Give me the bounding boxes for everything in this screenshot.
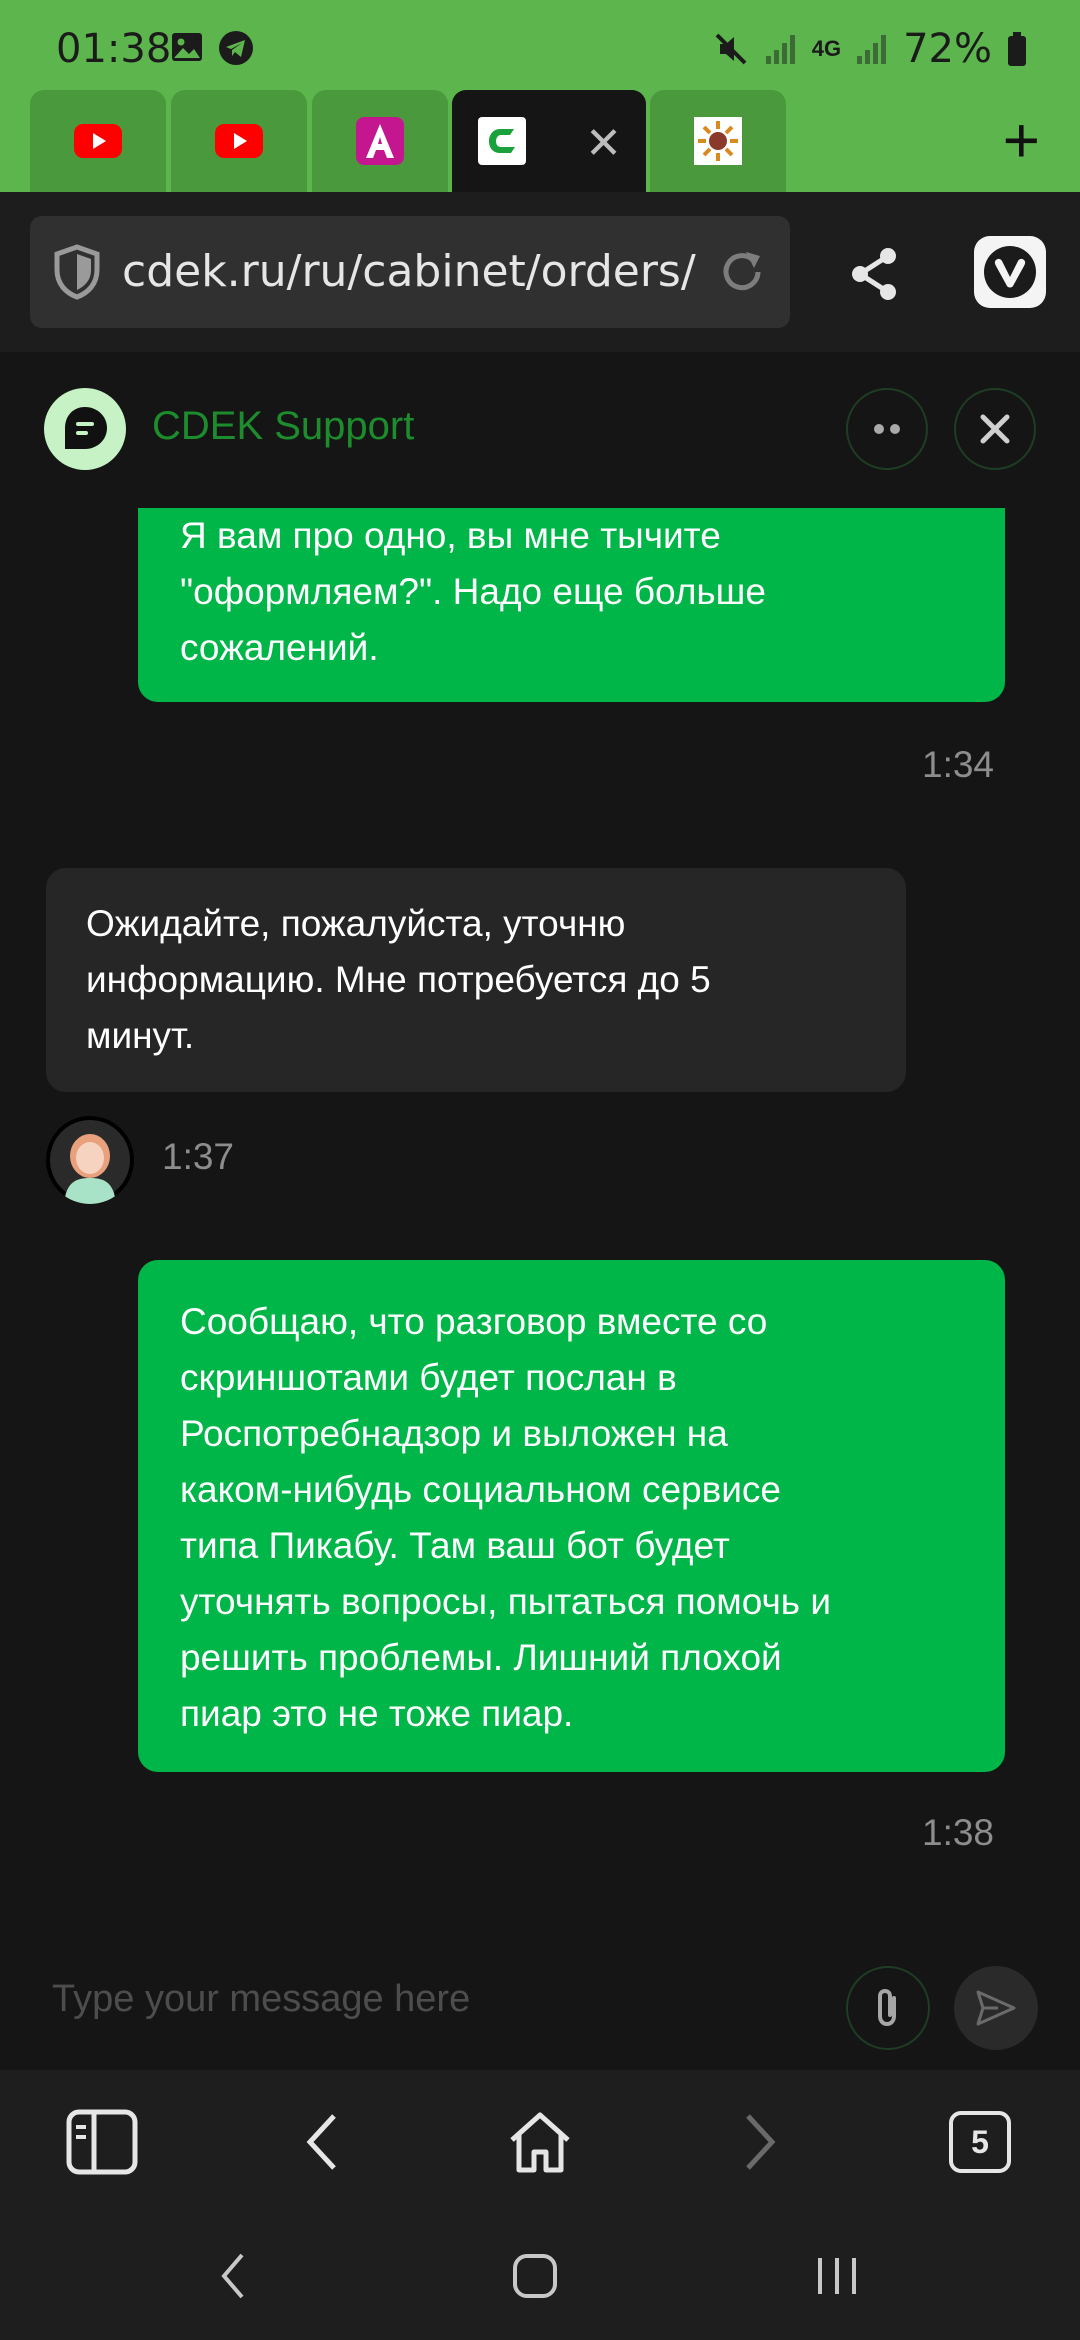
cdek-icon xyxy=(478,117,526,165)
more-dots-icon xyxy=(874,424,900,434)
message-line: решить проблемы. Лишний плохой xyxy=(180,1637,782,1678)
message-bubble-incoming[interactable]: Ожидайте, пожалуйста, уточню информацию.… xyxy=(46,868,906,1092)
gallery-icon xyxy=(172,33,202,61)
tab-cdek-active[interactable]: ✕ xyxy=(452,90,646,192)
tab-sun-site[interactable] xyxy=(650,90,786,192)
battery-percent: 72% xyxy=(903,26,992,72)
vivaldi-menu-button[interactable] xyxy=(974,236,1046,308)
message-line: Сообщаю, что разговор вместе со xyxy=(180,1301,768,1342)
paperclip-icon xyxy=(878,1988,896,2027)
message-bubble-outgoing[interactable]: Я вам про одно, вы мне тычите "оформляем… xyxy=(138,508,1005,702)
message-line: сожалений. xyxy=(180,627,379,668)
close-icon[interactable]: ✕ xyxy=(585,118,622,169)
status-bar: 01:38 4G 72% xyxy=(0,0,1080,90)
agent-avatar xyxy=(46,1116,134,1204)
new-tab-button[interactable]: + xyxy=(1003,108,1040,172)
vivaldi-icon xyxy=(984,246,1036,298)
message-line: Ожидайте, пожалуйста, уточню xyxy=(86,903,626,944)
browser-toolbar: 5 xyxy=(0,2070,1080,2210)
message-time: 1:37 xyxy=(162,1136,235,1177)
tab-youtube-1[interactable] xyxy=(30,90,166,192)
message-input[interactable] xyxy=(52,1978,812,2021)
message-line: скриншотами будет послан в xyxy=(180,1357,677,1398)
system-recents-button[interactable] xyxy=(802,2246,872,2306)
tab-youtube-2[interactable] xyxy=(171,90,307,192)
message-line: "оформляем?". Надо еще больше xyxy=(180,571,766,612)
message-bubble-outgoing[interactable]: Сообщаю, что разговор вместе со скриншот… xyxy=(138,1260,1005,1772)
tabs-button[interactable]: 5 xyxy=(942,2104,1018,2180)
youtube-icon xyxy=(74,124,122,158)
message-time: 1:38 xyxy=(922,1812,995,1853)
agent-avatar-image xyxy=(50,1120,130,1204)
message-line: уточнять вопросы, пытаться помочь и xyxy=(180,1581,831,1622)
system-home-button[interactable] xyxy=(500,2246,570,2306)
message-line: информацию. Мне потребуется до 5 xyxy=(86,959,711,1000)
battery-icon xyxy=(1008,32,1026,66)
youtube-icon xyxy=(215,124,263,158)
sidebar-panel-icon xyxy=(66,2109,138,2175)
message-line: Я вам про одно, вы мне тычите xyxy=(180,515,721,556)
message-time: 1:34 xyxy=(922,744,995,785)
attach-button[interactable] xyxy=(846,1966,930,2050)
message-line: каком-нибудь социальном сервисе xyxy=(180,1469,781,1510)
chevron-left-icon xyxy=(306,2114,336,2170)
home-icon xyxy=(510,2112,570,2173)
mute-icon xyxy=(715,33,747,65)
status-system-icons: 4G 72% xyxy=(712,26,1028,72)
send-button[interactable] xyxy=(954,1966,1038,2050)
address-bar-row: cdek.ru/ru/cabinet/orders/ xyxy=(0,192,1080,352)
chevron-left-icon xyxy=(221,2253,244,2299)
message-line: типа Пикабу. Там ваш бот будет xyxy=(180,1525,730,1566)
send-icon xyxy=(976,1990,1016,2026)
a-app-icon xyxy=(356,117,404,165)
reload-icon[interactable] xyxy=(716,246,768,298)
shield-icon[interactable] xyxy=(52,244,102,300)
support-logo xyxy=(44,388,126,470)
address-bar[interactable]: cdek.ru/ru/cabinet/orders/ xyxy=(30,216,790,328)
telegram-icon xyxy=(219,31,253,65)
message-line: минут. xyxy=(86,1015,195,1056)
tab-strip: ✕ + xyxy=(0,90,1080,192)
chat-title: CDEK Support xyxy=(152,404,415,448)
panel-toggle-button[interactable] xyxy=(64,2104,140,2180)
network-type: 4G xyxy=(811,36,842,61)
back-button[interactable] xyxy=(284,2104,360,2180)
chevron-right-icon xyxy=(746,2114,776,2170)
chat-close-button[interactable] xyxy=(954,388,1036,470)
forward-button[interactable] xyxy=(722,2104,798,2180)
tab-count: 5 xyxy=(949,2111,1011,2173)
chat-more-button[interactable] xyxy=(846,388,928,470)
signal-icon xyxy=(765,35,795,64)
sun-favicon xyxy=(694,117,742,165)
close-icon xyxy=(980,414,1010,444)
share-icon[interactable] xyxy=(846,246,902,302)
message-line: Роспотребнадзор и выложен на xyxy=(180,1413,728,1454)
url-text[interactable]: cdek.ru/ru/cabinet/orders/ xyxy=(122,246,696,297)
message-composer xyxy=(0,1948,1080,2070)
chat-bubble-icon xyxy=(65,407,107,449)
recents-icon xyxy=(818,2258,856,2294)
system-navigation-bar xyxy=(0,2210,1080,2340)
tab-a-app[interactable] xyxy=(312,90,448,192)
status-notification-icons xyxy=(170,30,254,66)
status-time: 01:38 xyxy=(56,26,172,72)
home-button[interactable] xyxy=(502,2104,578,2180)
system-back-button[interactable] xyxy=(198,2246,268,2306)
home-square-icon xyxy=(513,2254,557,2298)
signal-icon-2 xyxy=(857,35,887,64)
message-line: пиар это не тоже пиар. xyxy=(180,1693,574,1734)
chat-header: CDEK Support xyxy=(0,352,1080,508)
